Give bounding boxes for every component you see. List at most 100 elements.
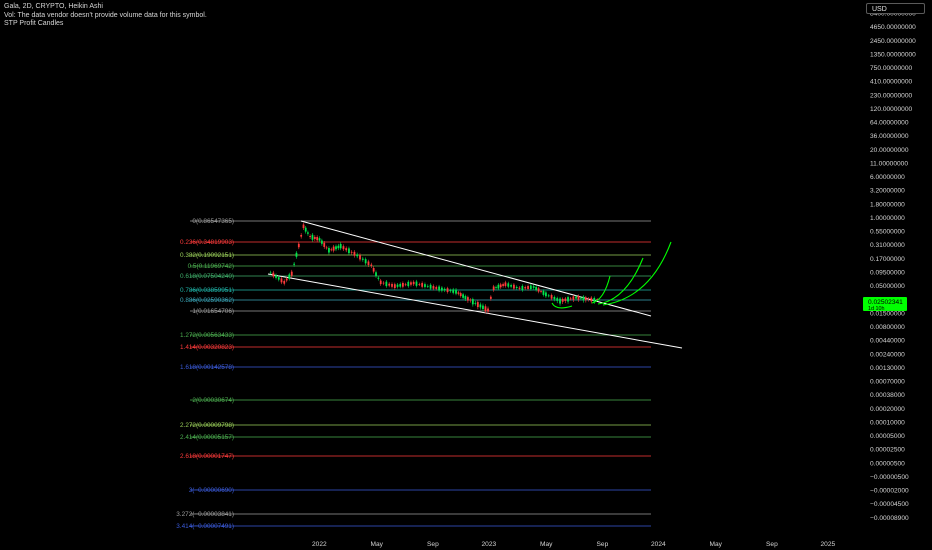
currency-button[interactable]: USD [866, 3, 925, 14]
candle-body [388, 283, 391, 286]
candle-body [497, 284, 500, 289]
fib-level-label: 0.382(0.19092151) [180, 252, 234, 259]
candle-body [446, 288, 449, 292]
price-tick-label: 3.20000000 [870, 188, 905, 195]
candle-body [361, 258, 364, 260]
candle-body [535, 286, 538, 290]
candle-body [309, 236, 312, 238]
fibonacci-levels: 0(0.86547365) 0.236(0.34819903) 0.382(0.19… [176, 218, 651, 530]
time-tick-label: May [710, 541, 723, 548]
price-tick-label: 0.00240000 [870, 351, 905, 358]
candle-body [300, 234, 303, 237]
candle-body [584, 297, 587, 301]
candle-body [318, 238, 321, 241]
candle-body [441, 287, 443, 291]
trendlines [267, 220, 683, 349]
candle-body [313, 236, 316, 239]
projection-curve [602, 241, 672, 306]
candle-body [335, 246, 337, 250]
price-tick-label: 0.00010000 [870, 419, 905, 426]
price-tick-label: 0.00038000 [870, 392, 905, 399]
price-tick-label: 2450.00000000 [870, 38, 916, 45]
candle-body [476, 302, 479, 308]
fib-level-label: 1.618(0.00142578) [180, 364, 234, 371]
candle-body [385, 281, 388, 287]
candle-body [487, 308, 489, 312]
price-tick-label: 0.17000000 [870, 256, 905, 263]
projection-curve [597, 257, 644, 305]
indicator-name[interactable]: STP Profit Candles [4, 20, 207, 29]
candle-body [290, 271, 293, 276]
time-tick-label: May [540, 541, 553, 548]
candle-body [328, 248, 330, 253]
price-tick-label: 1350.00000000 [870, 51, 916, 58]
candle-body [339, 243, 342, 249]
candle-body [377, 277, 380, 279]
candle-body [320, 240, 323, 244]
candle-body [382, 282, 385, 284]
candle-body [590, 297, 593, 302]
price-tick-label: −0.00004500 [870, 501, 909, 508]
projection-arrows [551, 241, 672, 309]
candle-body [429, 284, 432, 289]
candle-body [457, 292, 460, 294]
candle-body [288, 274, 291, 279]
price-tick-label: 64.00000000 [870, 120, 909, 127]
price-chart[interactable]: 0(0.86547365) 0.236(0.34819903) 0.382(0.19… [0, 0, 932, 550]
candle-body [587, 298, 590, 300]
candle-body [269, 272, 272, 274]
candle-body [283, 280, 286, 284]
price-tick-label: −0.00008900 [870, 515, 909, 522]
price-tick-label: 410.00000000 [870, 79, 913, 86]
candle-body [464, 296, 467, 300]
candle-body [513, 284, 515, 289]
chart-legend: Gala, 2D, CRYPTO, Heikin Ashi Vol: The d… [4, 3, 207, 29]
candle-body [293, 263, 296, 265]
candle-body [550, 295, 553, 299]
candle-body [524, 287, 527, 289]
candle-body [556, 298, 559, 301]
last-price-tag: 0.02502341 1d 10h [863, 297, 907, 312]
candle-body [459, 293, 462, 297]
price-tick-label: 36.00000000 [870, 133, 909, 140]
candle-body [325, 247, 328, 249]
candle-body [542, 290, 545, 295]
candle-body [316, 237, 319, 241]
candle-body [415, 281, 418, 286]
candle-body [275, 275, 277, 278]
candle-body [379, 280, 382, 285]
candle-body [482, 305, 484, 310]
candle-body [364, 259, 367, 264]
candle-body [426, 285, 429, 287]
time-tick-label: Sep [597, 541, 609, 548]
candle-body [353, 251, 356, 256]
symbol-title: Gala, 2D, CRYPTO, Heikin Ashi [4, 3, 103, 10]
candle-body [337, 245, 340, 249]
candle-body [307, 232, 309, 234]
candle-body [285, 278, 288, 281]
price-tick-label: 6.00000000 [870, 174, 905, 181]
candle-body [311, 234, 314, 240]
candle-body [304, 227, 307, 232]
candle-body [449, 290, 452, 292]
candle-body [545, 292, 547, 297]
candle-body [412, 281, 415, 285]
candle-body [495, 287, 497, 289]
candle-body [348, 248, 350, 254]
candle-body [518, 287, 521, 289]
time-axis[interactable]: 2022 May Sep 2023 May Sep 2024 May Sep 2025 [312, 541, 836, 548]
candle-body [410, 282, 412, 285]
price-axis[interactable]: 8400.000000004650.000000002450.000000001… [870, 11, 916, 522]
time-tick-label: Sep [427, 541, 439, 548]
price-tick-label: 0.00005000 [870, 433, 905, 440]
candle-body [375, 272, 377, 276]
candle-body [537, 288, 540, 292]
price-tick-label: 0.31000000 [870, 242, 905, 249]
fib-level-label: 0.5(0.11969742) [188, 263, 234, 270]
candle-body [438, 286, 440, 291]
candle-body [342, 246, 345, 250]
fib-level-label: 3(−0.00000690) [189, 487, 234, 494]
price-tick-label: 750.00000000 [870, 65, 913, 72]
candle-body [272, 272, 275, 277]
candle-body [540, 291, 542, 292]
